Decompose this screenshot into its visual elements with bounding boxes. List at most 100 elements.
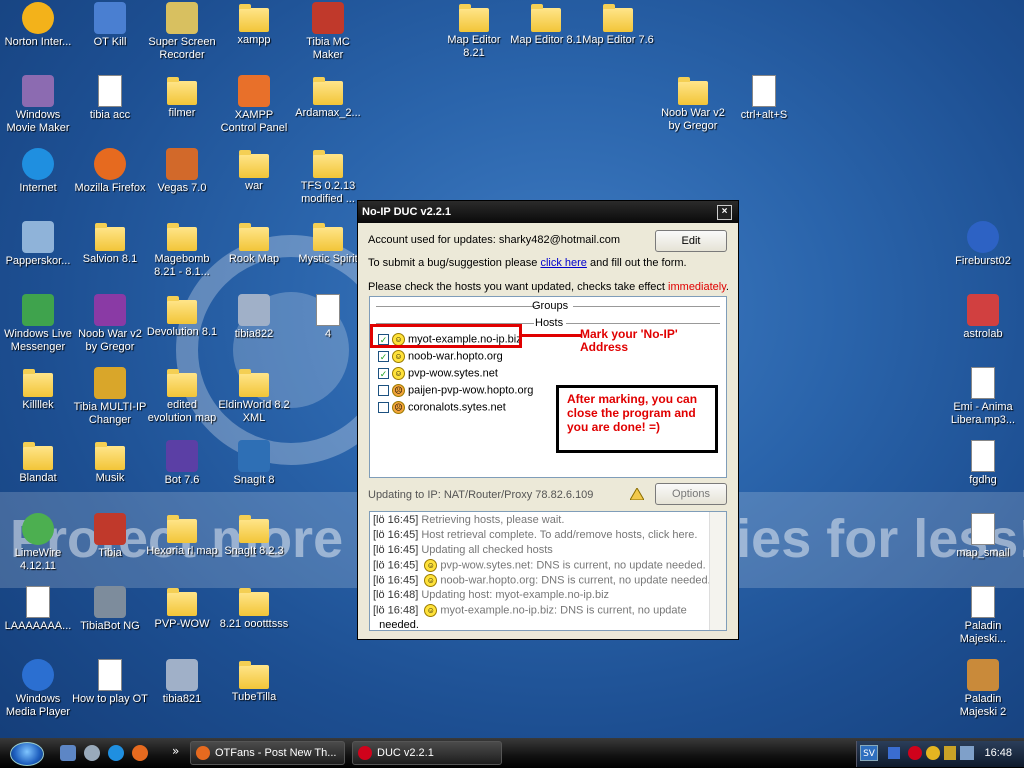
desktop-icon[interactable]: PVP-WOW (144, 586, 220, 631)
search-icon[interactable] (84, 745, 100, 761)
desktop-icon[interactable]: LimeWire 4.12.11 (0, 513, 76, 573)
host-checkbox[interactable] (378, 385, 389, 396)
desktop-icon[interactable]: 8.21 oootttsss (216, 586, 292, 631)
desktop-icon[interactable]: Map Editor 8.1 (508, 2, 584, 47)
desktop-icon[interactable]: Fireburst02 (945, 221, 1021, 268)
desktop-icon[interactable]: TibiaBot NG (72, 586, 148, 633)
desktop-icon[interactable]: Devolution 8.1 (144, 294, 220, 339)
host-checkbox[interactable]: ✓ (378, 368, 389, 379)
desktop-icon[interactable]: Emi - Anima Libera.mp3... (945, 367, 1021, 427)
folder-icon (531, 4, 561, 32)
close-icon[interactable]: × (717, 205, 732, 220)
desktop-icon[interactable]: LAAAAAAA... (0, 586, 76, 633)
internet-explorer-icon[interactable] (108, 745, 124, 761)
show-desktop-icon[interactable] (60, 745, 76, 761)
desktop-icon[interactable]: Hexoria rl map (144, 513, 220, 558)
tray-app-icon[interactable] (926, 746, 940, 760)
desktop-icon[interactable]: tibia acc (72, 75, 148, 122)
desktop-icon[interactable]: Windows Movie Maker (0, 75, 76, 135)
warning-person-icon[interactable] (629, 487, 645, 501)
desktop-icon[interactable]: Rook Map (216, 221, 292, 266)
window-titlebar[interactable]: No-IP DUC v2.2.1 × (358, 201, 738, 223)
desktop-icon[interactable]: Paladin Majeski 2 (945, 659, 1021, 719)
app-icon (196, 746, 210, 760)
taskbar-button[interactable]: DUC v2.2.1 (352, 741, 502, 765)
desktop-icon[interactable]: Paladin Majeski... (945, 586, 1021, 646)
start-button[interactable] (10, 742, 44, 766)
desktop-icon[interactable]: filmer (144, 75, 220, 120)
clock[interactable]: 16:48 (984, 747, 1012, 759)
desktop-icon-label: TFS 0.2.13 modified ... (300, 180, 356, 205)
desktop-icon[interactable]: ctrl+alt+S (726, 75, 802, 122)
desktop-icon[interactable]: 4 (290, 294, 366, 341)
desktop-icon[interactable]: Ardamax_2... (290, 75, 366, 120)
folder-icon (239, 150, 269, 178)
desktop-icon[interactable]: Noob War v2 by Gregor (655, 75, 731, 133)
desktop-icon[interactable]: edited evolution map (144, 367, 220, 425)
desktop-icon[interactable]: OT Kill (72, 2, 148, 49)
options-button[interactable]: Options (655, 483, 727, 505)
desktop-icon[interactable]: EldinWorld 8.2 XML (216, 367, 292, 425)
folder-icon (23, 442, 53, 470)
taskbar-button[interactable]: OTFans - Post New Th... (190, 741, 345, 765)
security-shield-icon[interactable] (944, 746, 956, 760)
language-indicator[interactable]: SV (860, 745, 878, 761)
desktop-icon[interactable]: war (216, 148, 292, 193)
document-icon (752, 75, 776, 107)
desktop-icon[interactable]: Windows Media Player (0, 659, 76, 719)
folder-icon (239, 588, 269, 616)
desktop-icon[interactable]: XAMPP Control Panel (216, 75, 292, 135)
desktop-icon[interactable]: Map Editor 7.6 (580, 2, 656, 47)
desktop-icon[interactable]: SnagIt 8 (216, 440, 292, 487)
desktop-icon[interactable]: Tibia MULTI-IP Changer (72, 367, 148, 427)
tray-arrow-icon[interactable] (888, 747, 900, 759)
desktop-icon[interactable]: Musik (72, 440, 148, 485)
log-message: myot-example.no-ip.biz: DNS is current, … (440, 604, 687, 617)
desktop-icon[interactable]: Tibia (72, 513, 148, 560)
desktop-icon[interactable]: Super Screen Recorder (144, 2, 220, 62)
desktop-icon[interactable]: Mozilla Firefox (72, 148, 148, 195)
desktop-icon[interactable]: Internet (0, 148, 76, 195)
desktop-icon[interactable]: map_small (945, 513, 1021, 560)
click-here-link[interactable]: click here (540, 257, 586, 269)
desktop-icon[interactable]: xampp (216, 2, 292, 47)
app-icon (94, 148, 126, 180)
desktop-icon[interactable]: Blandat (0, 440, 76, 485)
event-log[interactable]: [lö 16:45] Retrieving hosts, please wait… (369, 511, 727, 631)
desktop-icon[interactable]: How to play OT (72, 659, 148, 706)
desktop-icon[interactable]: Map Editor 8.21 (436, 2, 512, 60)
desktop-icon[interactable]: Windows Live Messenger (0, 294, 76, 354)
app-icon (166, 148, 198, 180)
desktop-icon[interactable]: Killllek (0, 367, 76, 412)
desktop-icon[interactable]: TFS 0.2.13 modified ... (290, 148, 366, 206)
desktop-icon-label: Emi - Anima Libera.mp3... (950, 401, 1016, 426)
desktop-icon[interactable]: SnagIt 8.2.3 (216, 513, 292, 558)
desktop-icon[interactable]: Mystic Spirit (290, 221, 366, 266)
desktop-icon[interactable]: tibia821 (144, 659, 220, 706)
desktop-icon[interactable]: Magebomb 8.21 - 8.1... (144, 221, 220, 279)
host-checkbox[interactable]: ✓ (378, 351, 389, 362)
desktop-icon[interactable]: astrolab (945, 294, 1021, 341)
desktop-icon-label: SnagIt 8 (233, 474, 275, 486)
chevron-right-icon[interactable]: » (172, 744, 179, 758)
app-icon (94, 2, 126, 34)
noip-tray-icon[interactable] (908, 746, 922, 760)
desktop-icon[interactable]: Papperskor... (0, 221, 76, 268)
host-checkbox[interactable] (378, 402, 389, 413)
folder-icon (239, 515, 269, 543)
desktop-icon[interactable]: Noob War v2 by Gregor (72, 294, 148, 354)
folder-icon (459, 4, 489, 32)
desktop-icon[interactable]: Vegas 7.0 (144, 148, 220, 195)
firefox-icon[interactable] (132, 745, 148, 761)
desktop-icon[interactable]: Salvion 8.1 (72, 221, 148, 266)
edit-button[interactable]: Edit (655, 230, 727, 252)
desktop-icon[interactable]: fgdhg (945, 440, 1021, 487)
desktop-icon[interactable]: Norton Inter... (0, 2, 76, 49)
desktop-icon[interactable]: TubeTilla (216, 659, 292, 704)
app-icon (94, 586, 126, 618)
desktop-icon[interactable]: Tibia MC Maker (290, 2, 366, 62)
desktop-icon[interactable]: Bot 7.6 (144, 440, 220, 487)
log-scrollbar[interactable] (709, 512, 726, 630)
network-icon[interactable] (960, 746, 974, 760)
desktop-icon[interactable]: tibia822 (216, 294, 292, 341)
